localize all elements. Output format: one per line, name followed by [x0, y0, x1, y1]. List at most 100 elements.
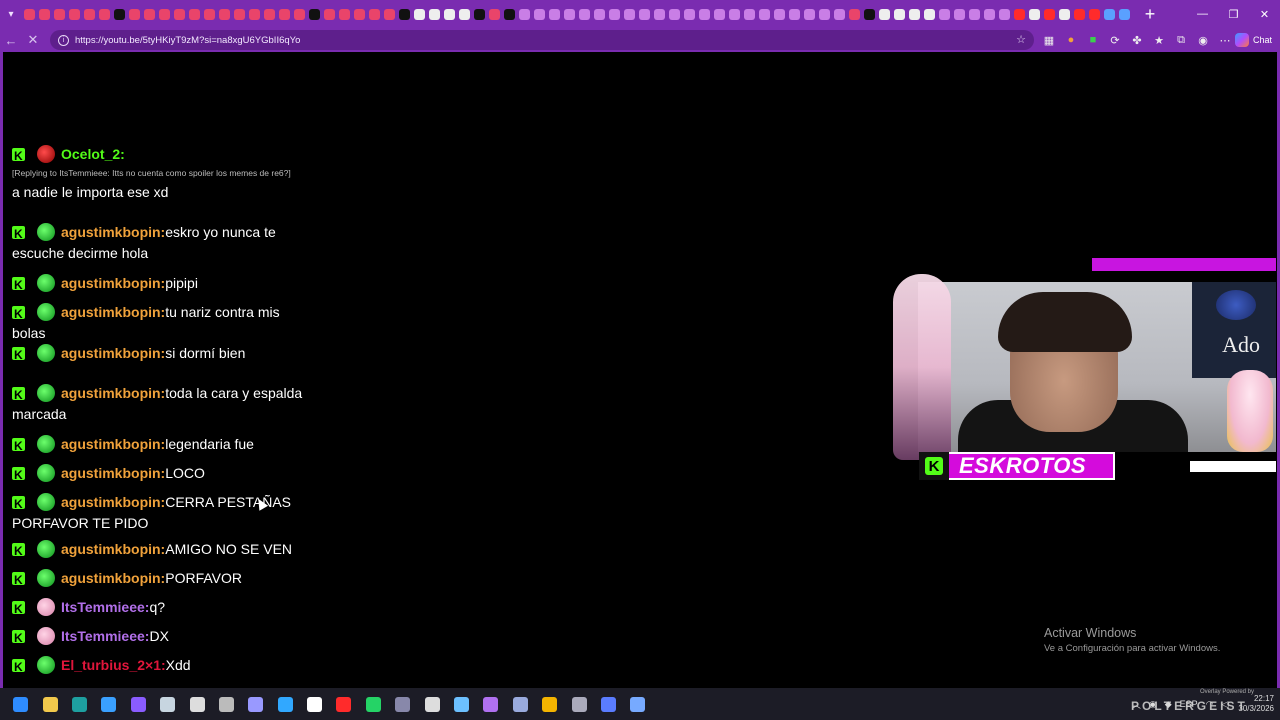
browser-tab[interactable] [369, 8, 380, 20]
browser-tab[interactable] [924, 8, 935, 20]
browser-tab[interactable] [294, 8, 305, 20]
browser-tab[interactable] [84, 8, 95, 20]
audio-app-icon[interactable] [564, 688, 593, 720]
browser-tab[interactable] [219, 8, 230, 20]
browser-tab[interactable] [354, 8, 365, 20]
browser-tab[interactable] [24, 8, 35, 20]
browser-tab[interactable] [744, 8, 755, 20]
browser-tab[interactable] [654, 8, 665, 20]
browser-tab[interactable] [549, 8, 560, 20]
browser-tab[interactable] [759, 8, 770, 20]
browser-tab[interactable] [54, 8, 65, 20]
browser-tab[interactable] [939, 8, 950, 20]
windows-start-icon[interactable] [6, 688, 35, 720]
browser-tab[interactable] [1119, 8, 1130, 20]
browser-tab[interactable] [114, 8, 125, 20]
obs-icon[interactable] [476, 688, 505, 720]
browser-tab[interactable] [609, 8, 620, 20]
browser-tab[interactable] [249, 8, 260, 20]
site-info-icon[interactable]: i [58, 34, 69, 46]
browser-tab[interactable] [459, 8, 470, 20]
browser-tab[interactable] [849, 8, 860, 20]
browser-tab[interactable] [1044, 8, 1055, 20]
browser-tab[interactable] [39, 8, 50, 20]
address-bar[interactable]: i https://youtu.be/5tyHKiyT9zM?si=na8xgU… [50, 30, 1034, 50]
url-text[interactable]: https://youtu.be/5tyHKiyT9zM?si=na8xgU6Y… [75, 35, 300, 46]
browser-tab[interactable] [894, 8, 905, 20]
browser-tab[interactable] [879, 8, 890, 20]
photoshop-icon[interactable] [271, 688, 300, 720]
browser-tab[interactable] [309, 8, 320, 20]
browser-tab[interactable] [144, 8, 155, 20]
browser-tab[interactable] [1059, 8, 1070, 20]
browser-tab[interactable] [1074, 8, 1085, 20]
favorite-star-icon[interactable]: ☆ [1016, 33, 1026, 46]
browser-tab[interactable] [789, 8, 800, 20]
browser-tab[interactable] [504, 8, 515, 20]
browser-tab[interactable] [714, 8, 725, 20]
extension-orange-icon[interactable]: ● [1060, 28, 1082, 52]
browser-tab[interactable] [834, 8, 845, 20]
app-icon[interactable] [212, 688, 241, 720]
browser-tab[interactable] [279, 8, 290, 20]
media-player-icon[interactable] [594, 688, 623, 720]
browser-tab[interactable] [729, 8, 740, 20]
extensions-puzzle-icon[interactable]: ✤ [1126, 28, 1148, 52]
browser-tab[interactable] [594, 8, 605, 20]
browser-tab[interactable] [519, 8, 530, 20]
browser-tab[interactable] [579, 8, 590, 20]
minimize-icon[interactable]: — [1187, 0, 1218, 28]
browser-tab[interactable] [99, 8, 110, 20]
browser-tab[interactable] [1029, 8, 1040, 20]
microsoft-store-icon[interactable] [94, 688, 123, 720]
browser-tab[interactable] [384, 8, 395, 20]
stop-loading-icon[interactable]: ✕ [22, 28, 44, 52]
browser-tab[interactable] [414, 8, 425, 20]
notepad-icon[interactable] [447, 688, 476, 720]
browser-tab[interactable] [564, 8, 575, 20]
browser-tab[interactable] [399, 8, 410, 20]
browser-tab[interactable] [324, 8, 335, 20]
browser-tab[interactable] [954, 8, 965, 20]
profile-avatar[interactable]: ◉ [1192, 28, 1214, 52]
youtube-icon[interactable] [329, 688, 358, 720]
vpn-icon[interactable] [388, 688, 417, 720]
browser-tab[interactable] [984, 8, 995, 20]
browser-tab[interactable] [669, 8, 680, 20]
browser-tab[interactable] [444, 8, 455, 20]
browser-tab[interactable] [1104, 8, 1115, 20]
browser-tab[interactable] [234, 8, 245, 20]
browser-tab[interactable] [969, 8, 980, 20]
overlay-app-icon[interactable] [623, 688, 652, 720]
browser-tab[interactable] [684, 8, 695, 20]
browser-tab[interactable] [129, 8, 140, 20]
browser-tab[interactable] [69, 8, 80, 20]
more-options-icon[interactable]: ⋯ [1214, 28, 1236, 52]
steam-alt-icon[interactable] [506, 688, 535, 720]
browser-tab[interactable] [189, 8, 200, 20]
browser-tab[interactable] [909, 8, 920, 20]
settings-icon[interactable] [182, 688, 211, 720]
refresh-extension-icon[interactable]: ⟳ [1104, 28, 1126, 52]
browser-tab[interactable] [774, 8, 785, 20]
browser-tab[interactable] [639, 8, 650, 20]
browser-tab[interactable] [1089, 8, 1100, 20]
browser-tab[interactable] [804, 8, 815, 20]
browser-tab[interactable] [864, 8, 875, 20]
browser-tab[interactable] [204, 8, 215, 20]
browser-tab[interactable] [999, 8, 1010, 20]
browser-tab[interactable] [174, 8, 185, 20]
restore-icon[interactable]: ❐ [1218, 0, 1249, 28]
epic-games-icon[interactable] [417, 688, 446, 720]
browser-tab[interactable] [339, 8, 350, 20]
split-screen-icon[interactable]: ⧉ [1170, 28, 1192, 52]
premiere-icon[interactable] [241, 688, 270, 720]
steam-icon[interactable] [153, 688, 182, 720]
browser-tab[interactable] [264, 8, 275, 20]
copilot-chat-button[interactable]: Chat [1234, 30, 1272, 50]
browser-tab[interactable] [624, 8, 635, 20]
capcut-icon[interactable] [300, 688, 329, 720]
browser-tab[interactable] [1014, 8, 1025, 20]
close-icon[interactable]: ✕ [1249, 0, 1280, 28]
chrome-icon[interactable] [535, 688, 564, 720]
